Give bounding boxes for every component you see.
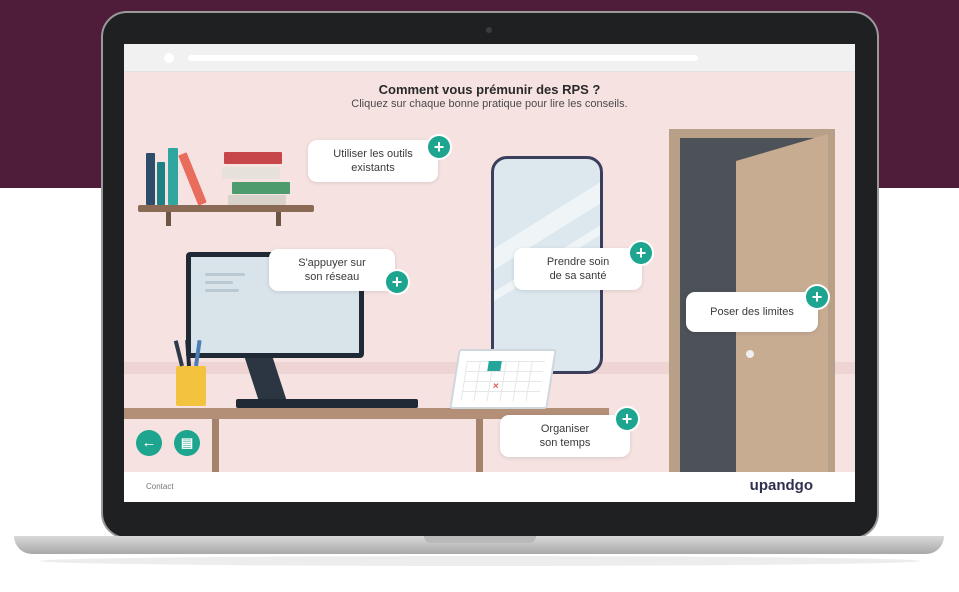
footer: Contact upandgo [124, 472, 855, 502]
hotspot-utiliser-les-outils[interactable]: Utiliser les outils existants [308, 140, 438, 182]
contact-link[interactable]: Contact [146, 482, 174, 491]
plus-icon[interactable]: + [616, 408, 638, 430]
browser-bar [124, 44, 855, 72]
upandgo-logo: upandgo [749, 477, 813, 494]
hotspot-poser-des-limites[interactable]: Poser des limites [686, 292, 818, 332]
book [232, 182, 290, 194]
book [157, 162, 165, 205]
laptop-screen: Comment vous prémunir des RPS ? Cliquez … [124, 44, 855, 502]
hotspot-s-appuyer-sur-son-reseau[interactable]: S'appuyer sur son réseau [269, 249, 395, 291]
desk-leg [212, 419, 219, 472]
desk-calendar: × [449, 349, 557, 409]
arrow-left-icon[interactable]: ← [136, 430, 162, 456]
plus-icon[interactable]: + [386, 271, 408, 293]
hotspot-label: S'appuyer sur [298, 257, 366, 269]
book [178, 152, 207, 206]
hotspot-label: son réseau [304, 271, 360, 283]
browser-dot [164, 53, 174, 63]
screen-line [205, 289, 239, 292]
door-knob [746, 350, 754, 358]
desk-leg [476, 419, 483, 472]
laptop-shadow [40, 556, 920, 566]
laptop-notch [424, 536, 536, 543]
hotspot-organiser-son-temps[interactable]: Organiser son temps [500, 415, 630, 457]
monitor-base [236, 399, 418, 408]
hotspot-label: de sa santé [549, 270, 607, 282]
hotspot-prendre-soin-de-sa-sante[interactable]: Prendre soin de sa santé [514, 248, 642, 290]
hotspot-label: son temps [539, 437, 591, 449]
screen-line [205, 273, 245, 276]
hotspot-label: Organiser [540, 423, 590, 435]
shelf-bracket [166, 212, 171, 226]
plus-icon[interactable]: + [806, 286, 828, 308]
page-title: Comment vous prémunir des RPS ? [378, 82, 601, 97]
book [146, 153, 155, 205]
book [224, 152, 282, 164]
plus-icon[interactable]: + [630, 242, 652, 264]
transcript-icon[interactable]: ▤ [174, 430, 200, 456]
book [222, 167, 280, 179]
hotspot-label: existants [351, 162, 395, 174]
shelf-board [138, 205, 314, 212]
pencil-cup [173, 339, 206, 406]
page-subtitle: Cliquez sur chaque bonne pratique pour l… [351, 98, 628, 110]
plus-icon[interactable]: + [428, 136, 450, 158]
book [228, 195, 286, 205]
screen-line [205, 281, 233, 284]
calendar-marked-day [487, 361, 502, 371]
book [168, 148, 178, 205]
shelf-bracket [276, 212, 281, 226]
marketing-mockup: Comment vous prémunir des RPS ? Cliquez … [0, 0, 959, 592]
hotspot-label: Prendre soin [546, 256, 610, 268]
office-scene: Comment vous prémunir des RPS ? Cliquez … [124, 72, 855, 472]
calendar-grid [460, 361, 545, 401]
webcam [486, 27, 492, 33]
hotspot-label: Utiliser les outils [333, 148, 413, 160]
address-bar[interactable] [188, 55, 698, 61]
hotspot-label: Poser des limites [710, 306, 794, 318]
